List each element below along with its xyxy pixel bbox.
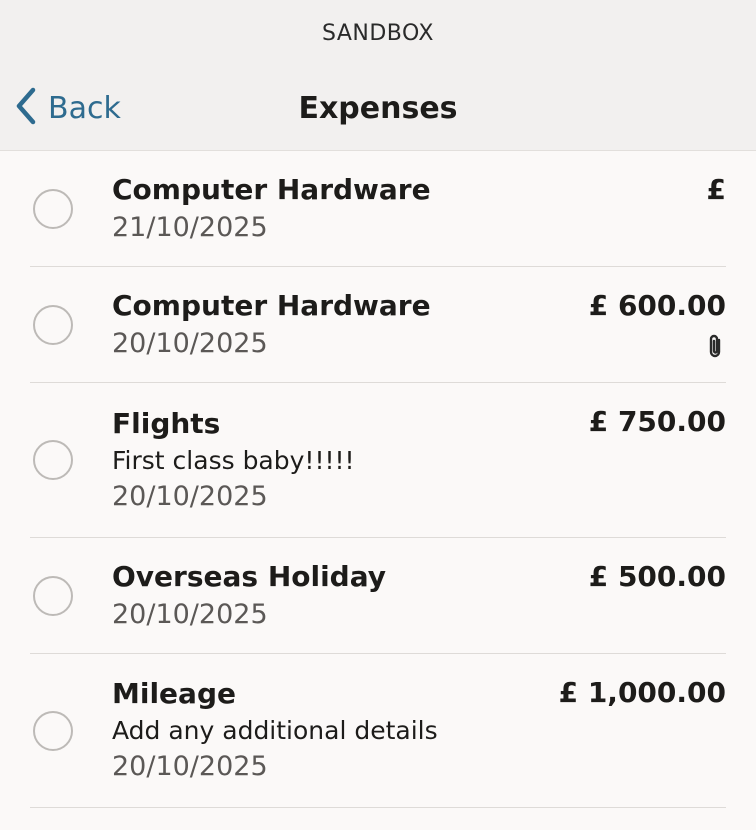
back-label: Back: [48, 90, 121, 126]
expense-row[interactable]: Overseas Holiday 20/10/2025 £ 500.00: [30, 538, 726, 654]
expense-date: 21/10/2025: [112, 211, 268, 243]
expense-amount: £ 750.00: [588, 405, 726, 438]
expense-date: 20/10/2025: [112, 598, 268, 630]
select-radio[interactable]: [33, 440, 73, 480]
paperclip-icon: [706, 333, 726, 363]
expense-amount: £ 1,000.00: [558, 676, 726, 709]
select-radio[interactable]: [33, 710, 73, 751]
page-title: Expenses: [298, 90, 458, 126]
chevron-left-icon: [14, 87, 38, 129]
back-button[interactable]: Back: [14, 66, 121, 150]
header: Back Expenses: [0, 66, 756, 151]
environment-bar: SANDBOX: [0, 0, 756, 66]
expense-date: 20/10/2025: [112, 751, 268, 782]
select-radio[interactable]: [33, 575, 73, 616]
expense-row[interactable]: Computer Hardware 20/10/2025 £ 600.00: [30, 267, 726, 383]
expense-title: Computer Hardware: [112, 172, 431, 206]
expense-row[interactable]: Computer Hardware 21/10/2025 £: [30, 151, 726, 267]
expense-description: First class baby!!!!!: [112, 445, 355, 475]
expense-amount: £ 600.00: [588, 289, 726, 322]
expense-row[interactable]: Flights First class baby!!!!! 20/10/2025…: [30, 383, 726, 538]
expense-description: Add any additional details: [112, 716, 438, 745]
expense-date: 20/10/2025: [112, 480, 268, 512]
expense-amount: £: [706, 173, 726, 206]
expense-list: Computer Hardware 21/10/2025 £ Computer …: [0, 151, 756, 808]
environment-label: SANDBOX: [321, 20, 434, 46]
expense-row[interactable]: Mileage Add any additional details 20/10…: [30, 654, 726, 808]
expense-amount: £ 500.00: [588, 560, 726, 593]
select-radio[interactable]: [33, 304, 73, 345]
select-radio[interactable]: [33, 188, 73, 229]
